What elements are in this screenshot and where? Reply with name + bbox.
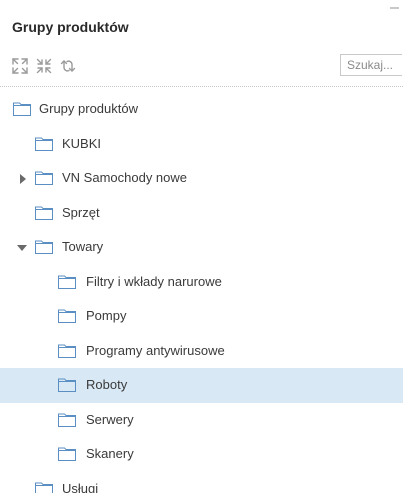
tree-node-label: Filtry i wkłady narurowe	[86, 273, 222, 289]
tree-node-kubki[interactable]: KUBKI	[0, 127, 403, 162]
tree-node-roboty[interactable]: Roboty	[0, 368, 403, 403]
folder-icon	[13, 102, 31, 116]
folder-icon	[58, 344, 76, 358]
tree-node-label: KUBKI	[62, 135, 102, 151]
product-group-tree: Grupy produktów KUBKI VN Samochody nowe …	[0, 92, 403, 493]
folder-icon	[58, 447, 76, 461]
folder-icon	[58, 309, 76, 323]
collapse-all-icon[interactable]	[35, 57, 53, 75]
expand-all-icon[interactable]	[11, 57, 29, 75]
folder-icon	[35, 482, 53, 493]
refresh-icon[interactable]	[59, 57, 77, 75]
tree-node-label: Sprzęt	[62, 204, 100, 220]
product-groups-panel: Grupy produktów Szukaj... Grupy produktó…	[0, 0, 403, 493]
panel-title: Grupy produktów	[12, 19, 129, 35]
tree-toolbar	[0, 54, 403, 84]
tree-node-filtry[interactable]: Filtry i wkłady narurowe	[0, 265, 403, 300]
tree-node-uslugi[interactable]: Usługi	[0, 472, 403, 493]
tree-node-towary[interactable]: Towary	[0, 230, 403, 265]
tree-node-label: Roboty	[86, 377, 128, 392]
collapse-arrow-icon[interactable]	[16, 241, 28, 253]
tree-node-sprzet[interactable]: Sprzęt	[0, 196, 403, 231]
tree-node-label: Programy antywirusowe	[86, 342, 225, 358]
search-input[interactable]	[340, 54, 402, 76]
expand-arrow-icon[interactable]	[17, 172, 29, 184]
toolbar-divider	[0, 86, 403, 87]
tree-node-label: VN Samochody nowe	[62, 170, 188, 185]
tree-node-label: Skanery	[86, 446, 134, 461]
tree-node-skanery[interactable]: Skanery	[0, 437, 403, 472]
tree-node-label: Towary	[62, 239, 104, 254]
minimize-icon[interactable]	[390, 7, 399, 9]
tree-node-vn-samochody-nowe[interactable]: VN Samochody nowe	[0, 161, 403, 196]
folder-icon	[35, 206, 53, 220]
folder-icon	[58, 275, 76, 289]
folder-icon	[58, 413, 76, 427]
tree-node-pompy[interactable]: Pompy	[0, 299, 403, 334]
tree-node-label: Pompy	[86, 308, 127, 323]
folder-icon	[58, 378, 76, 392]
tree-node-serwery[interactable]: Serwery	[0, 403, 403, 438]
folder-icon	[35, 240, 53, 254]
tree-node-label: Grupy produktów	[39, 101, 138, 116]
folder-icon	[35, 171, 53, 185]
tree-node-programy-antywirusowe[interactable]: Programy antywirusowe	[0, 334, 403, 369]
folder-icon	[35, 137, 53, 151]
panel-header: Grupy produktów	[0, 0, 403, 50]
tree-node-label: Serwery	[86, 411, 134, 427]
tree-node-root[interactable]: Grupy produktów	[0, 92, 403, 127]
tree-node-label: Usługi	[62, 480, 99, 493]
